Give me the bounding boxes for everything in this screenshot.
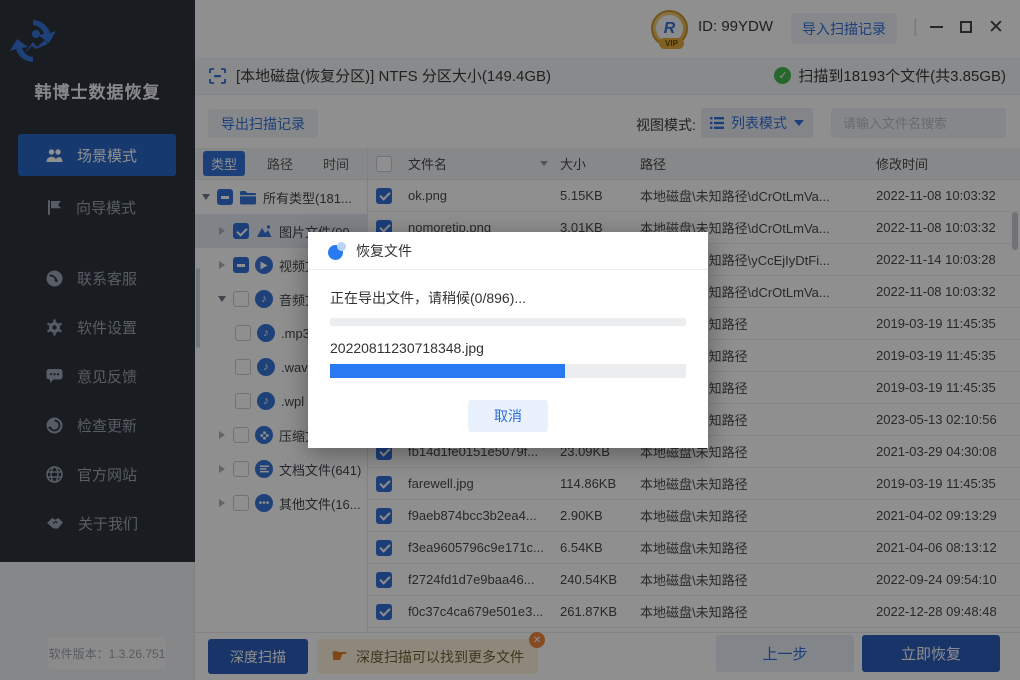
file-progress-fill <box>330 364 565 378</box>
loading-spinner-icon <box>328 242 346 260</box>
cancel-button[interactable]: 取消 <box>468 400 548 432</box>
dialog-titlebar: 恢复文件 <box>308 232 708 270</box>
app-window: 韩博士数据恢复 场景模式 向导模式 联系客服 <box>0 0 1020 680</box>
dialog-title: 恢复文件 <box>356 241 412 261</box>
export-status-label: 正在导出文件，请稍候(0/896)... <box>330 288 686 308</box>
overall-progress-bar <box>330 318 686 326</box>
file-progress-bar <box>330 364 686 378</box>
recover-files-dialog: 恢复文件 正在导出文件，请稍候(0/896)... 20220811230718… <box>308 232 708 448</box>
current-filename-label: 20220811230718348.jpg <box>330 340 686 356</box>
